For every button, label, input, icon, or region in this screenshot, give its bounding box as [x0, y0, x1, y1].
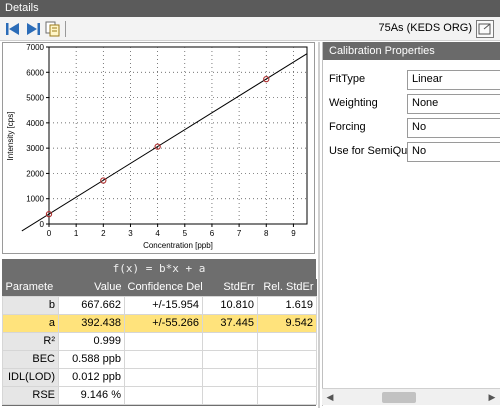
- y-tick-label: 0: [40, 220, 45, 229]
- property-label: Use for SemiQua: [329, 145, 414, 157]
- calibration-properties-panel: Calibration Properties FitType Linear We…: [322, 42, 500, 406]
- results-panel: f(x) = b*x + a Paramete Value Confidence…: [2, 259, 317, 406]
- column-header-confidence[interactable]: Confidence Del: [124, 279, 203, 296]
- y-tick-label: 5000: [26, 94, 44, 103]
- x-tick-label: 3: [128, 229, 133, 238]
- property-label: FitType: [329, 73, 366, 85]
- first-arrow-icon[interactable]: [4, 20, 22, 38]
- semiquant-field[interactable]: No: [407, 142, 500, 162]
- y-tick-label: 4000: [26, 119, 44, 128]
- x-tick-label: 5: [183, 229, 188, 238]
- value-cell: 667.662: [58, 295, 125, 315]
- param-cell: IDL(LOD): [2, 367, 59, 387]
- plot-area: [48, 46, 308, 225]
- weighting-field[interactable]: None: [407, 94, 500, 114]
- scroll-right-icon[interactable]: ▶: [484, 389, 500, 405]
- calibration-chart[interactable]: 0 1 2 3 4 5 6 7 8 9 0 1000 2000 3000 4000 5000 6000 7000 …: [2, 42, 315, 254]
- confidence-cell: [124, 349, 203, 369]
- property-label: Weighting: [329, 97, 378, 109]
- y-axis-label: Intensity [cps]: [6, 112, 15, 161]
- param-cell: R²: [2, 331, 59, 351]
- table-row[interactable]: IDL(LOD) 0.012 ppb: [2, 367, 317, 387]
- copy-icon[interactable]: [44, 20, 62, 38]
- panel-splitter[interactable]: [318, 42, 320, 408]
- toolbar-separator: [65, 21, 66, 37]
- y-tick-label: 1000: [26, 195, 44, 204]
- table-row-selected[interactable]: a 392.438 +/-55.266 37.445 9.542: [2, 313, 317, 333]
- property-row-forcing: Forcing No: [323, 118, 500, 138]
- table-row[interactable]: R² 0.999: [2, 331, 317, 351]
- y-tick-label: 3000: [26, 144, 44, 153]
- stderr-cell: 10.810: [202, 295, 258, 315]
- stderr-cell: [202, 385, 258, 405]
- scroll-left-icon[interactable]: ◀: [322, 389, 338, 405]
- value-cell: 9.146 %: [58, 385, 125, 405]
- property-label: Forcing: [329, 121, 366, 133]
- confidence-cell: [124, 331, 203, 351]
- fit-formula: f(x) = b*x + a: [2, 259, 316, 279]
- x-tick-label: 2: [101, 229, 106, 238]
- param-cell: b: [2, 295, 59, 315]
- rel-stderr-cell: [257, 349, 317, 369]
- table-row[interactable]: RSE 9.146 %: [2, 385, 317, 405]
- forcing-field[interactable]: No: [407, 118, 500, 138]
- y-tick-label: 7000: [26, 43, 44, 52]
- confidence-cell: +/-15.954: [124, 295, 203, 315]
- column-header-rel-stderr[interactable]: Rel. StdEr: [257, 279, 317, 296]
- stderr-cell: [202, 331, 258, 351]
- x-tick-label: 6: [210, 229, 215, 238]
- property-row-fittype: FitType Linear: [323, 70, 500, 90]
- scroll-thumb[interactable]: [382, 392, 416, 403]
- y-tick-label: 2000: [26, 169, 44, 178]
- column-header-stderr[interactable]: StdErr: [202, 279, 258, 296]
- export-icon[interactable]: [476, 20, 494, 38]
- x-tick-label: 9: [291, 229, 296, 238]
- column-header-parameter[interactable]: Paramete: [2, 279, 59, 296]
- rel-stderr-cell: [257, 367, 317, 387]
- property-row-weighting: Weighting None: [323, 94, 500, 114]
- table-row[interactable]: BEC 0.588 ppb: [2, 349, 317, 369]
- x-tick-label: 8: [264, 229, 269, 238]
- results-table: Paramete Value Confidence Del StdErr Rel…: [2, 279, 317, 405]
- table-row[interactable]: b 667.662 +/-15.954 10.810 1.619: [2, 295, 317, 315]
- calibration-chart-svg: 0 1 2 3 4 5 6 7 8 901000200030004000500060007000 …: [6, 43, 308, 250]
- rel-stderr-cell: 1.619: [257, 295, 317, 315]
- x-tick-label: 1: [74, 229, 79, 238]
- stderr-cell: 37.445: [202, 313, 258, 333]
- column-header-value[interactable]: Value: [58, 279, 125, 296]
- fittype-field[interactable]: Linear: [407, 70, 500, 90]
- window-title: Details: [5, 2, 39, 14]
- y-tick-label: 6000: [26, 68, 44, 77]
- value-cell: 0.999: [58, 331, 125, 351]
- x-tick-label: 4: [155, 229, 160, 238]
- last-arrow-icon[interactable]: [24, 20, 42, 38]
- param-cell: RSE: [2, 385, 59, 405]
- stderr-cell: [202, 367, 258, 387]
- confidence-cell: [124, 385, 203, 405]
- value-cell: 392.438: [58, 313, 125, 333]
- x-axis-label: Concentration [ppb]: [143, 241, 213, 250]
- rel-stderr-cell: [257, 385, 317, 405]
- stderr-cell: [202, 349, 258, 369]
- rel-stderr-cell: [257, 331, 317, 351]
- x-tick-label: 7: [237, 229, 242, 238]
- toolbar: 75As (KEDS ORG): [0, 17, 500, 41]
- confidence-cell: [124, 367, 203, 387]
- value-cell: 0.588 ppb: [58, 349, 125, 369]
- property-row-semiquant: Use for SemiQua No: [323, 142, 500, 162]
- param-cell: BEC: [2, 349, 59, 369]
- x-tick-label: 0: [47, 229, 52, 238]
- details-title-bar: Details: [0, 0, 500, 17]
- value-cell: 0.012 ppb: [58, 367, 125, 387]
- rel-stderr-cell: 9.542: [257, 313, 317, 333]
- confidence-cell: +/-55.266: [124, 313, 203, 333]
- properties-horizontal-scrollbar[interactable]: ◀ ▶: [322, 388, 500, 405]
- properties-header: Calibration Properties: [323, 42, 500, 60]
- param-cell: a: [2, 313, 59, 333]
- analyte-label: 75As (KEDS ORG): [378, 22, 472, 34]
